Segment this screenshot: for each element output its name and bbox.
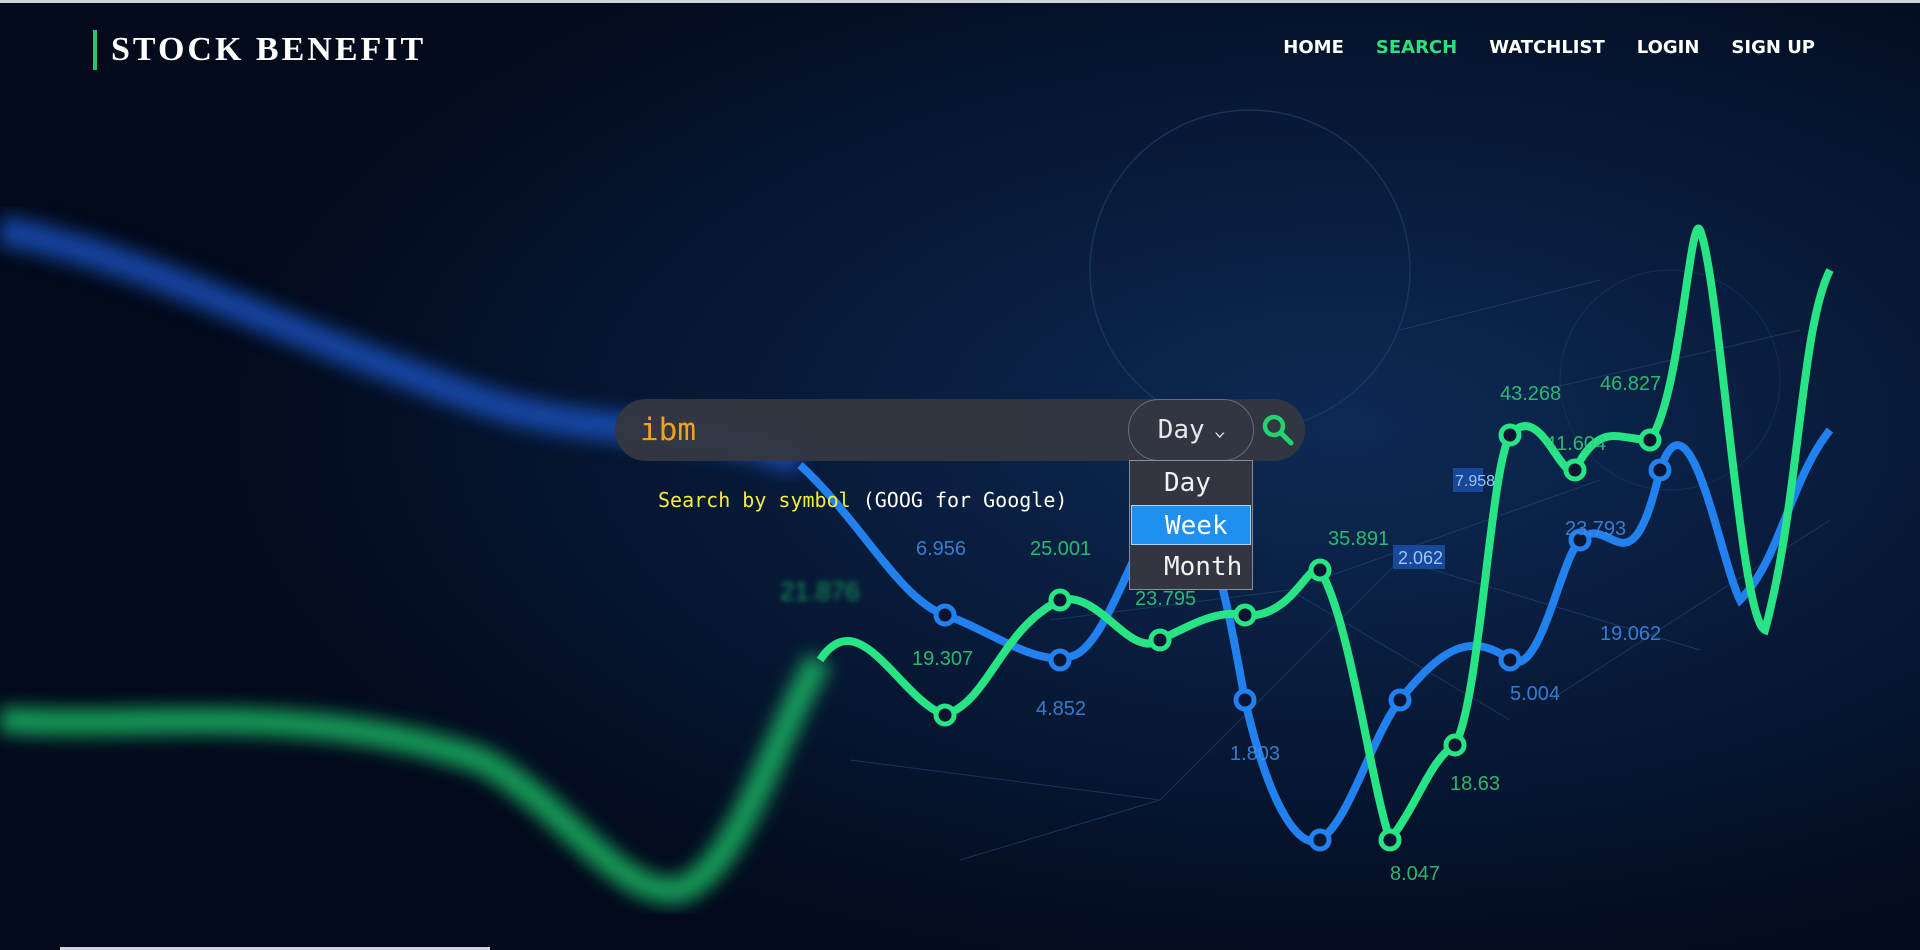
svg-text:23.793: 23.793 <box>1565 518 1626 540</box>
svg-text:43.268: 43.268 <box>1500 383 1561 405</box>
period-option-week[interactable]: Week <box>1131 505 1251 545</box>
svg-text:1.803: 1.803 <box>1230 743 1280 765</box>
svg-text:41.604: 41.604 <box>1545 433 1606 455</box>
svg-text:2.062: 2.062 <box>1398 548 1443 568</box>
nav-watchlist[interactable]: WATCHLIST <box>1489 36 1605 60</box>
svg-text:21.876: 21.876 <box>780 576 860 606</box>
main-nav: HOME SEARCH WATCHLIST LOGIN SIGN UP <box>1251 36 1815 60</box>
period-dropdown-list: Day Week Month <box>1129 460 1253 590</box>
svg-text:35.891: 35.891 <box>1328 528 1389 550</box>
chevron-down-icon: ⌄ <box>1213 420 1226 440</box>
nav-login[interactable]: LOGIN <box>1637 36 1700 60</box>
symbol-search-input[interactable] <box>640 407 1110 453</box>
svg-text:5.004: 5.004 <box>1510 683 1560 705</box>
svg-text:7.958: 7.958 <box>1455 473 1495 490</box>
search-hint: Search by symbol (GOOG for Google) <box>658 488 1067 512</box>
svg-text:8.047: 8.047 <box>1390 863 1440 885</box>
period-select-value: Day <box>1157 415 1205 445</box>
nav-search[interactable]: SEARCH <box>1376 36 1457 60</box>
search-hint-prefix: Search by symbol <box>658 488 851 512</box>
period-select[interactable]: Day ⌄ <box>1128 399 1254 461</box>
nav-sign-up[interactable]: SIGN UP <box>1731 36 1815 60</box>
background-chart-image: 6.956 25.001 19.307 4.852 23.795 35.891 … <box>0 0 1920 950</box>
search-hint-suffix: (GOOG for Google) <box>850 488 1068 512</box>
search-bar: Day ⌄ <box>615 399 1305 461</box>
svg-text:6.956: 6.956 <box>916 538 966 560</box>
period-option-month[interactable]: Month <box>1131 547 1251 587</box>
nav-home[interactable]: HOME <box>1283 36 1344 60</box>
svg-text:18.63: 18.63 <box>1450 773 1500 795</box>
period-option-day[interactable]: Day <box>1131 463 1251 503</box>
svg-text:4.852: 4.852 <box>1036 698 1086 720</box>
brand-logo[interactable]: STOCK BENEFIT <box>93 30 426 70</box>
svg-text:25.001: 25.001 <box>1030 538 1091 560</box>
svg-text:19.062: 19.062 <box>1600 623 1661 645</box>
svg-text:19.307: 19.307 <box>912 648 973 670</box>
svg-text:23.795: 23.795 <box>1135 588 1196 610</box>
search-icon[interactable] <box>1260 412 1296 448</box>
svg-text:46.827: 46.827 <box>1600 373 1661 395</box>
top-border <box>0 0 1920 3</box>
